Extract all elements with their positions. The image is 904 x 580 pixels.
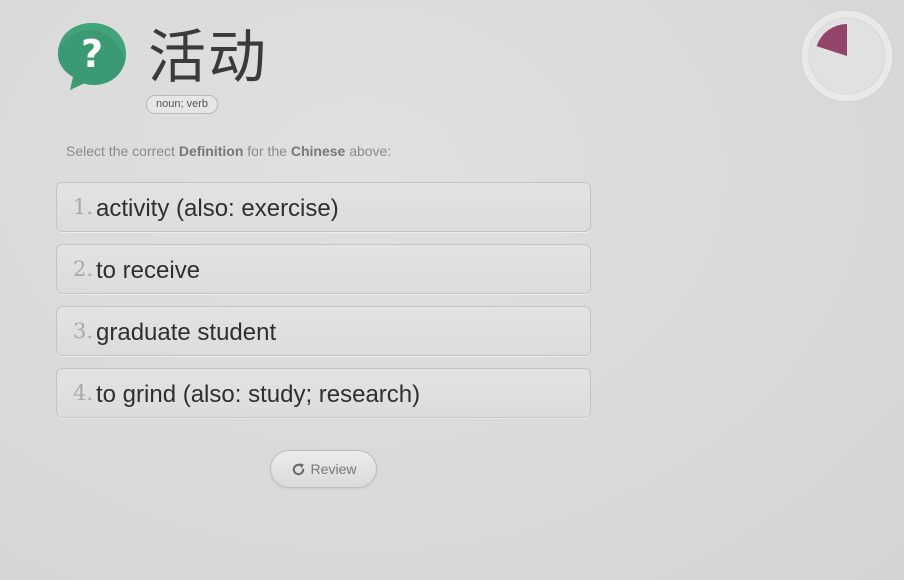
instruction-middle: for the [243, 143, 291, 159]
option-text: graduate student [96, 319, 277, 346]
review-button[interactable]: Review [270, 450, 377, 488]
option-number: 4. [73, 381, 94, 405]
answer-option-2[interactable]: 2. to receive [56, 244, 591, 294]
instruction-text: Select the correct Definition for the Ch… [66, 143, 391, 159]
option-text: to receive [96, 257, 201, 284]
answer-option-4[interactable]: 4. to grind (also: study; research) [56, 368, 591, 418]
answer-options: 1. activity (also: exercise) 2. to recei… [56, 182, 591, 430]
instruction-source: Chinese [290, 143, 346, 159]
refresh-icon [292, 462, 304, 475]
option-text: to grind (also: study; research) [96, 381, 421, 408]
answer-option-1[interactable]: 1. activity (also: exercise) [56, 182, 591, 232]
instruction-target: Definition [178, 143, 244, 159]
instruction-suffix: above: [345, 143, 392, 159]
part-of-speech-badge: noun; verb [146, 95, 218, 114]
chinese-word: 活动 [148, 23, 269, 91]
option-text: activity (also: exercise) [96, 195, 339, 222]
option-number: 2. [73, 257, 94, 281]
timer-pie-icon [800, 9, 894, 103]
svg-text:?: ? [81, 32, 103, 76]
question-bubble-icon: ? [58, 23, 126, 90]
answer-option-3[interactable]: 3. graduate student [56, 306, 591, 356]
review-button-label: Review [310, 461, 357, 477]
option-number: 1. [73, 195, 94, 219]
option-number: 3. [73, 319, 94, 343]
instruction-prefix: Select the correct [66, 143, 179, 159]
quiz-page: ? 活动 noun; verb Select the correct Defin… [0, 0, 904, 580]
